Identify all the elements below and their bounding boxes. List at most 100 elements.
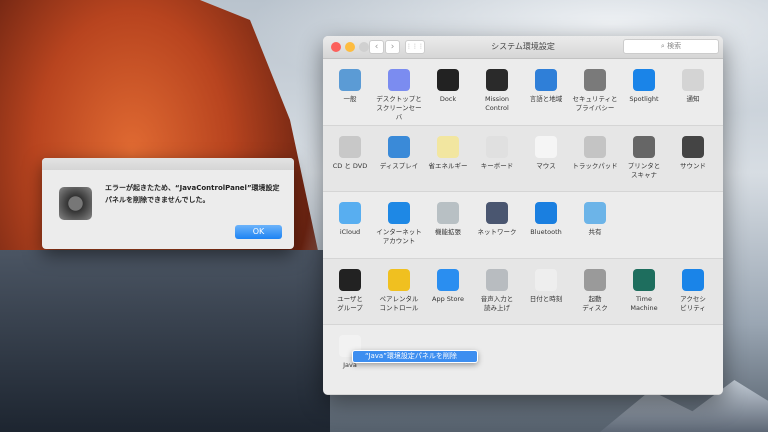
pane-label: CD と DVD — [332, 162, 368, 170]
pane-label: インターネット アカウント — [376, 228, 422, 245]
pane-label: iCloud — [339, 228, 361, 236]
pane-section: ユーザと グループ ペアレンタル コントロール App Store 音声入力と 読み上… — [323, 259, 723, 325]
pane-icon — [388, 69, 410, 91]
gear-icon — [59, 187, 92, 220]
pane-section: CD と DVD ディスプレイ 省エネルギー キーボード マウス トラックパッド プリンタと… — [323, 126, 723, 192]
error-dialog: エラーが起きたため、“JavaControlPanel”環境設定パネルを削除でき… — [42, 158, 294, 249]
pane-item[interactable]: 共有 — [570, 202, 620, 237]
pane-icon — [682, 69, 704, 91]
pane-icon — [535, 136, 557, 158]
pane-icon — [682, 136, 704, 158]
pane-icon — [339, 202, 361, 224]
pane-item[interactable]: マウス — [521, 136, 571, 171]
pane-label: Spotlight — [629, 95, 659, 103]
pane-icon — [339, 69, 361, 91]
pane-label: Mission Control — [484, 95, 510, 112]
pane-label: 音声入力と 読み上げ — [480, 295, 514, 312]
pane-label: Time Machine — [630, 295, 658, 312]
pane-item[interactable]: 通知 — [668, 69, 718, 104]
pane-icon — [486, 69, 508, 91]
pane-icon — [339, 269, 361, 291]
pane-icon — [437, 202, 459, 224]
pane-item[interactable]: ペアレンタル コントロール — [374, 269, 424, 313]
pane-item[interactable]: 日付と時刻 — [521, 269, 571, 304]
pane-icon — [339, 136, 361, 158]
pane-item[interactable]: セキュリティと プライバシー — [570, 69, 620, 113]
pane-item[interactable]: ユーザと グループ — [325, 269, 375, 313]
search-field[interactable]: ⌕ 検索 — [623, 39, 719, 54]
error-message: エラーが起きたため、“JavaControlPanel”環境設定パネルを削除でき… — [105, 184, 280, 204]
pane-label: 機能拡張 — [435, 228, 461, 236]
pane-item[interactable]: サウンド — [668, 136, 718, 171]
pane-item[interactable]: iCloud — [325, 202, 375, 237]
pane-label: 共有 — [588, 228, 602, 236]
pane-section: 一般 デスクトップと スクリーンセーバ Dock Mission Control 言語と… — [323, 59, 723, 126]
pane-item[interactable]: インターネット アカウント — [374, 202, 424, 246]
pane-icon — [535, 269, 557, 291]
pane-icon — [535, 69, 557, 91]
pane-section: iCloud インターネット アカウント 機能拡張 ネットワーク Bluetooth 共有 — [323, 192, 723, 259]
pane-item[interactable]: 言語と地域 — [521, 69, 571, 104]
pane-item[interactable]: Spotlight — [619, 69, 669, 104]
pane-item[interactable]: ネットワーク — [472, 202, 522, 237]
pane-icon — [633, 269, 655, 291]
pane-item[interactable]: Mission Control — [472, 69, 522, 113]
pane-item[interactable]: デスクトップと スクリーンセーバ — [374, 69, 424, 122]
pane-label: 起動 ディスク — [582, 295, 608, 312]
pane-item[interactable]: トラックパッド — [570, 136, 620, 171]
system-preferences-window: ‹ › ⋮⋮⋮ システム環境設定 ⌕ 検索 一般 デスクトップと スクリーンセーバ… — [323, 36, 723, 395]
pane-item[interactable]: キーボード — [472, 136, 522, 171]
pane-label: サウンド — [680, 162, 706, 170]
pane-label: Dock — [439, 95, 457, 103]
pane-icon — [437, 269, 459, 291]
pane-label: ネットワーク — [477, 228, 517, 236]
pane-icon — [682, 269, 704, 291]
pane-icon — [486, 202, 508, 224]
pane-item[interactable]: アクセシ ビリティ — [668, 269, 718, 313]
pane-item[interactable]: 一般 — [325, 69, 375, 104]
remove-java-pane-item[interactable]: “Java”環境設定パネルを削除 — [353, 351, 477, 362]
pane-icon — [584, 202, 606, 224]
pane-label: 言語と地域 — [529, 95, 563, 103]
pane-icon — [486, 136, 508, 158]
pane-label: トラックパッド — [572, 162, 618, 170]
pane-icon — [584, 69, 606, 91]
title-bar: ‹ › ⋮⋮⋮ システム環境設定 ⌕ 検索 — [323, 36, 723, 59]
dialog-title-bar — [42, 158, 294, 170]
pane-icon — [486, 269, 508, 291]
pane-icon — [535, 202, 557, 224]
pane-item[interactable]: ディスプレイ — [374, 136, 424, 171]
pane-label: 日付と時刻 — [529, 295, 563, 303]
pane-item[interactable]: 音声入力と 読み上げ — [472, 269, 522, 313]
pane-item[interactable]: App Store — [423, 269, 473, 304]
pane-item[interactable]: Time Machine — [619, 269, 669, 313]
pane-icon — [584, 269, 606, 291]
context-menu: “Java”環境設定パネルを削除 — [352, 350, 478, 363]
pane-label: アクセシ ビリティ — [680, 295, 706, 312]
pane-item[interactable]: CD と DVD — [325, 136, 375, 171]
pane-item[interactable]: 機能拡張 — [423, 202, 473, 237]
pane-icon — [633, 69, 655, 91]
pane-label: デスクトップと スクリーンセーバ — [376, 95, 422, 121]
pane-label: キーボード — [480, 162, 514, 170]
pane-label: Bluetooth — [530, 228, 562, 236]
pane-item[interactable]: Bluetooth — [521, 202, 571, 237]
pane-label: マウス — [536, 162, 556, 170]
pane-icon — [437, 69, 459, 91]
pane-icon — [388, 269, 410, 291]
pane-icon — [437, 136, 459, 158]
pane-label: 省エネルギー — [428, 162, 468, 170]
pane-item[interactable]: Dock — [423, 69, 473, 104]
pane-item[interactable]: プリンタと スキャナ — [619, 136, 669, 180]
pane-item[interactable]: 省エネルギー — [423, 136, 473, 171]
pane-label: 一般 — [343, 95, 357, 103]
wallpaper-shadow — [0, 250, 330, 432]
pane-icon — [633, 136, 655, 158]
search-placeholder: 検索 — [667, 42, 682, 50]
pane-label: ディスプレイ — [379, 162, 419, 170]
pane-label: ペアレンタル コントロール — [379, 295, 419, 312]
ok-button[interactable]: OK — [235, 225, 282, 239]
pane-label: ユーザと グループ — [337, 295, 363, 312]
pane-label: App Store — [432, 295, 464, 303]
pane-item[interactable]: 起動 ディスク — [570, 269, 620, 313]
